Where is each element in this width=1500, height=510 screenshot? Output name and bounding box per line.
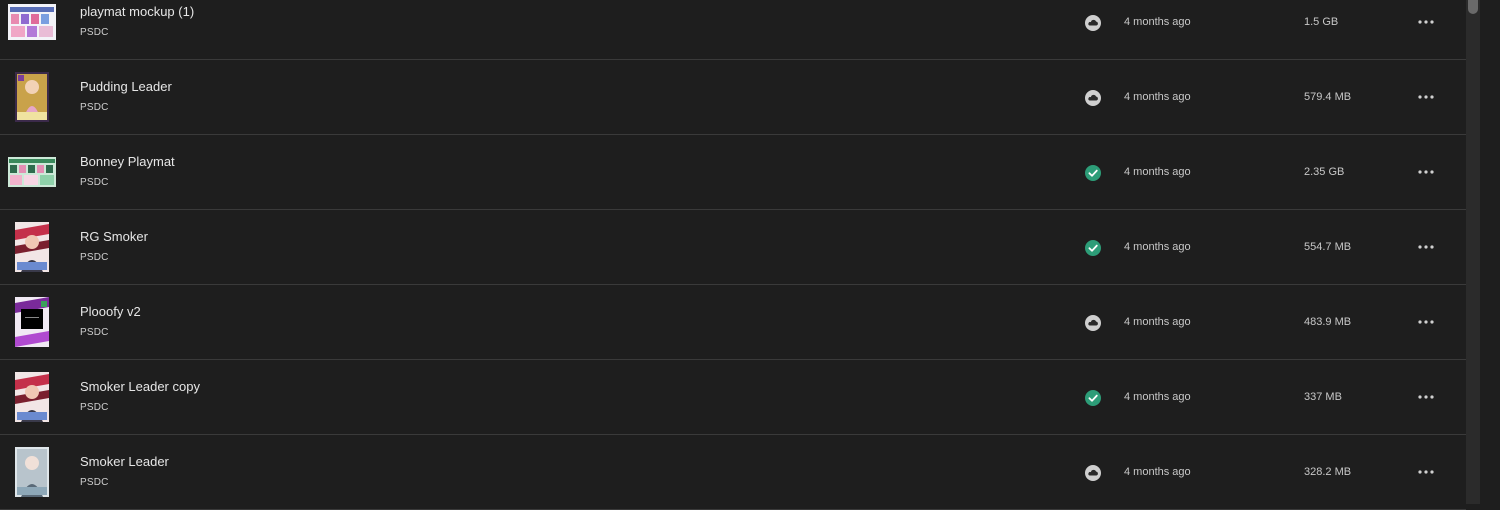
file-thumbnail[interactable] — [8, 222, 56, 272]
more-actions-icon[interactable] — [1412, 86, 1440, 108]
file-modified: 4 months ago — [1124, 391, 1191, 403]
file-thumbnail[interactable] — [8, 72, 56, 122]
file-thumbnail[interactable] — [8, 297, 56, 347]
file-row[interactable]: playmat mockup (1) PSDC 4 months ago 1.5 G… — [0, 0, 1466, 60]
synced-check-icon — [1085, 240, 1101, 256]
file-name[interactable]: Plooofy v2 — [80, 304, 141, 319]
file-row[interactable]: Plooofy v2 PSDC 4 months ago 483.9 MB — [0, 285, 1466, 360]
more-actions-icon[interactable] — [1412, 161, 1440, 183]
synced-check-icon — [1085, 390, 1101, 406]
cloud-icon — [1085, 90, 1101, 106]
file-name[interactable]: Smoker Leader — [80, 454, 169, 469]
file-thumbnail[interactable] — [8, 447, 56, 497]
file-type: PSDC — [80, 102, 109, 113]
more-actions-icon[interactable] — [1412, 311, 1440, 333]
file-name[interactable]: Bonney Playmat — [80, 154, 175, 169]
file-size: 2.35 GB — [1304, 166, 1345, 178]
file-modified: 4 months ago — [1124, 241, 1191, 253]
file-row[interactable]: RG Smoker PSDC 4 months ago 554.7 MB — [0, 210, 1466, 285]
more-actions-icon[interactable] — [1412, 461, 1440, 483]
file-modified: 4 months ago — [1124, 91, 1191, 103]
file-size: 483.9 MB — [1304, 316, 1352, 328]
file-type: PSDC — [80, 27, 109, 38]
file-name[interactable]: Smoker Leader copy — [80, 379, 200, 394]
more-actions-icon[interactable] — [1412, 236, 1440, 258]
file-type: PSDC — [80, 402, 109, 413]
scrollbar-track[interactable] — [1466, 0, 1480, 504]
file-modified: 4 months ago — [1124, 16, 1191, 28]
file-name[interactable]: RG Smoker — [80, 229, 148, 244]
file-type: PSDC — [80, 252, 109, 263]
file-size: 1.5 GB — [1304, 16, 1339, 28]
file-modified: 4 months ago — [1124, 166, 1191, 178]
cloud-icon — [1085, 465, 1101, 481]
file-size: 337 MB — [1304, 391, 1342, 403]
file-size: 554.7 MB — [1304, 241, 1352, 253]
file-type: PSDC — [80, 477, 109, 488]
file-row[interactable]: Pudding Leader PSDC 4 months ago 579.4 MB — [0, 60, 1466, 135]
file-name[interactable]: playmat mockup (1) — [80, 4, 194, 19]
file-row[interactable]: Bonney Playmat PSDC 4 months ago 2.35 GB — [0, 135, 1466, 210]
synced-check-icon — [1085, 165, 1101, 181]
file-thumbnail[interactable] — [8, 0, 56, 47]
file-name[interactable]: Pudding Leader — [80, 79, 172, 94]
cloud-icon — [1085, 315, 1101, 331]
more-actions-icon[interactable] — [1412, 386, 1440, 408]
cloud-icon — [1085, 15, 1101, 31]
file-modified: 4 months ago — [1124, 466, 1191, 478]
file-row[interactable]: Smoker Leader copy PSDC 4 months ago 337 M… — [0, 360, 1466, 435]
file-list: playmat mockup (1) PSDC 4 months ago 1.5 G… — [0, 0, 1466, 510]
file-type: PSDC — [80, 327, 109, 338]
file-type: PSDC — [80, 177, 109, 188]
file-size: 328.2 MB — [1304, 466, 1352, 478]
file-thumbnail[interactable] — [8, 147, 56, 197]
file-thumbnail[interactable] — [8, 372, 56, 422]
file-modified: 4 months ago — [1124, 316, 1191, 328]
file-size: 579.4 MB — [1304, 91, 1352, 103]
scrollbar[interactable] — [1466, 0, 1500, 504]
scrollbar-thumb[interactable] — [1468, 0, 1478, 14]
more-actions-icon[interactable] — [1412, 11, 1440, 33]
file-row[interactable]: Smoker Leader PSDC 4 months ago 328.2 MB — [0, 435, 1466, 510]
